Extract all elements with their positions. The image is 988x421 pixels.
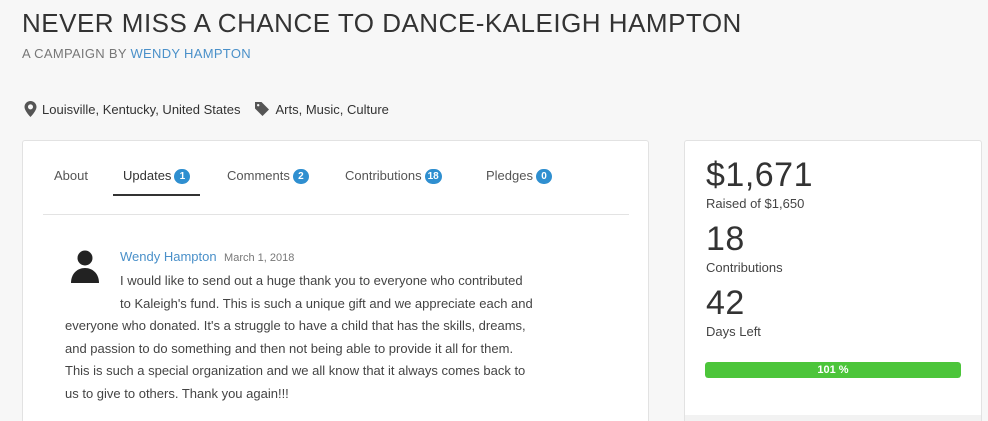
campaign-content-card: About Updates 1 Comments 2 Contributions… xyxy=(22,140,649,421)
tab-label: About xyxy=(54,168,88,183)
byline-prefix: A CAMPAIGN BY xyxy=(22,46,127,61)
page-title: NEVER MISS A CHANCE TO DANCE-KALEIGH HAM… xyxy=(22,8,742,38)
location-text: Louisville, Kentucky, United States xyxy=(42,101,241,117)
update-line: us to give to others. Thank you again!!! xyxy=(65,385,289,401)
update-header: Wendy Hampton March 1, 2018 xyxy=(120,248,294,266)
update-line: everyone who donated. It's a struggle to… xyxy=(65,318,526,333)
contributions-count: 18 xyxy=(706,220,745,258)
pledges-count-badge: 0 xyxy=(535,169,552,184)
updates-count-badge: 1 xyxy=(174,169,191,184)
update-line: to Kaleigh's fund. This is such a unique… xyxy=(120,295,533,311)
location: Louisville, Kentucky, United States xyxy=(24,101,240,117)
tab-pledges[interactable]: Pledges 0 xyxy=(486,168,552,196)
update-author-link[interactable]: Wendy Hampton xyxy=(120,249,217,264)
funding-stats-card: $1,671 Raised of $1,650 18 Contributions… xyxy=(684,140,982,421)
contributions-count-badge: 18 xyxy=(424,169,442,184)
category-link[interactable]: Arts, Music, Culture xyxy=(275,102,388,117)
amount-raised: $1,671 xyxy=(706,156,813,194)
campaign-author-link[interactable]: WENDY HAMPTON xyxy=(130,46,250,61)
tab-label: Updates xyxy=(123,168,172,183)
comments-count-badge: 2 xyxy=(292,169,309,184)
amount-raised-label: Raised of $1,650 xyxy=(706,196,805,211)
update-date: March 1, 2018 xyxy=(224,252,295,264)
tag-icon xyxy=(255,102,270,116)
tab-comments[interactable]: Comments 2 xyxy=(227,168,309,196)
campaign-byline: A CAMPAIGN BY WENDY HAMPTON xyxy=(22,46,251,61)
card-footer xyxy=(685,415,981,421)
contributions-label: Contributions xyxy=(706,260,783,275)
tab-label: Pledges xyxy=(486,168,533,183)
tab-label: Contributions xyxy=(345,168,422,183)
days-left-count: 42 xyxy=(706,284,745,322)
update-line: This is such a special organization and … xyxy=(65,363,526,378)
update-line: I would like to send out a huge thank yo… xyxy=(120,273,523,288)
tab-contributions[interactable]: Contributions 18 xyxy=(345,168,442,196)
map-marker-icon xyxy=(24,101,37,117)
tab-about[interactable]: About xyxy=(54,168,88,196)
campaign-meta: Louisville, Kentucky, United States Arts… xyxy=(24,101,403,117)
progress-fill: 101 % xyxy=(705,362,961,378)
days-left-label: Days Left xyxy=(706,324,761,339)
category: Arts, Music, Culture xyxy=(254,101,389,117)
tab-updates[interactable]: Updates 1 xyxy=(113,168,201,196)
update-line: and passion to do something and then not… xyxy=(65,340,514,356)
campaign-tabs: About Updates 1 Comments 2 Contributions… xyxy=(43,141,629,215)
tab-label: Comments xyxy=(227,168,290,183)
update-body: I would like to send out a huge thank yo… xyxy=(65,270,605,405)
funding-progress-bar: 101 % xyxy=(705,362,961,378)
